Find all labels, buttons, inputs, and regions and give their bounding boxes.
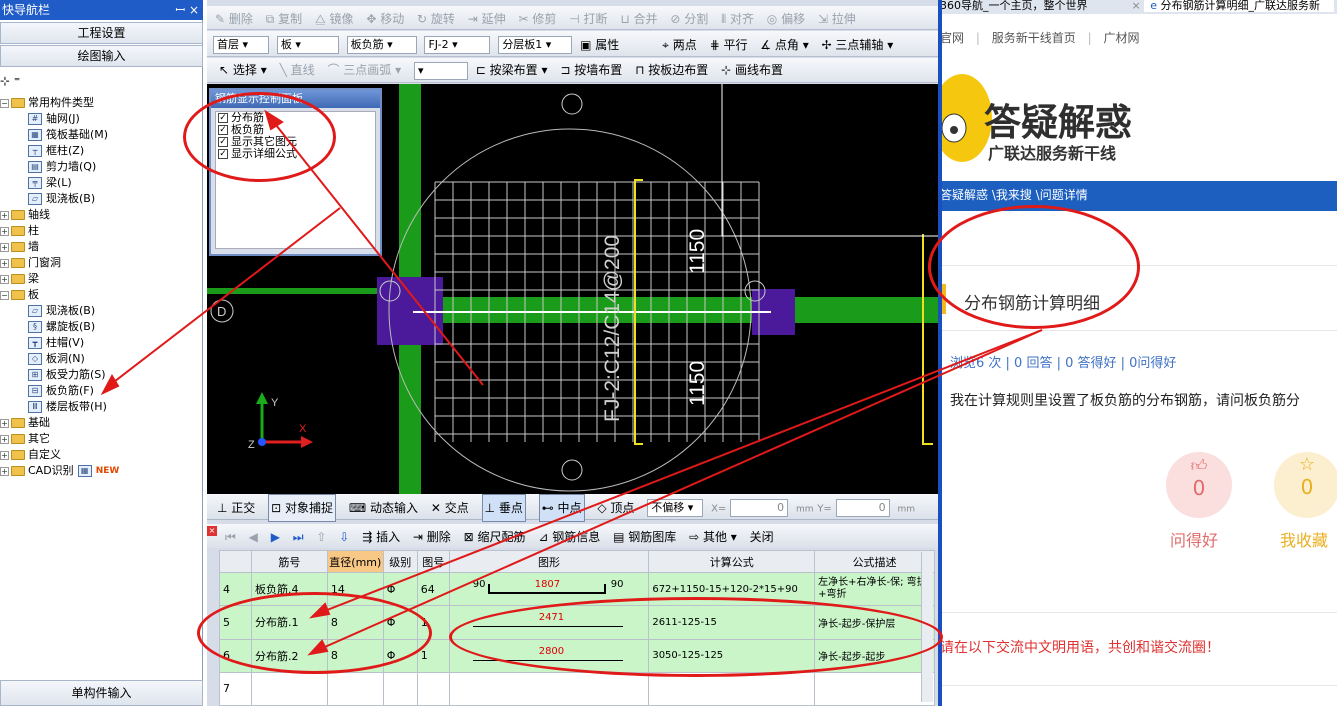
annotation-arrow (271, 119, 484, 386)
annotation-arrowhead (307, 639, 329, 656)
annotation-arrows (100, 109, 1043, 656)
annotation-arrow (321, 329, 1043, 613)
annotation-arrow (109, 207, 341, 386)
annotation-arrow (317, 329, 1043, 651)
annotation-arrowhead (264, 109, 284, 131)
annotation-arrowhead (100, 373, 120, 396)
annotation-arrowhead (309, 602, 331, 619)
